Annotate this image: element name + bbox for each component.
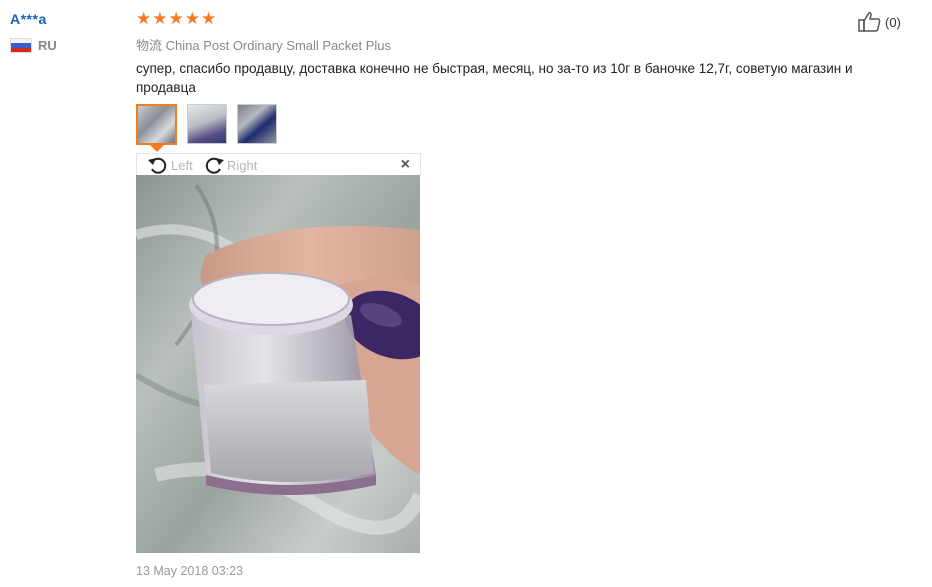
photo-viewer-toolbar: Left Right ×	[136, 153, 421, 176]
reviewer-country: RU	[10, 38, 57, 53]
star-icon: ★	[184, 9, 200, 28]
reviewer: A***a	[10, 11, 47, 29]
rating-stars: ★ ★ ★ ★ ★	[136, 10, 216, 28]
star-icon: ★	[136, 9, 152, 28]
helpful-button[interactable]: (0)	[858, 11, 901, 33]
star-icon: ★	[168, 9, 184, 28]
rotate-right-button[interactable]: Right	[203, 155, 257, 175]
thumbs-up-icon	[858, 12, 881, 32]
review-text: супер, спасибо продавцу, доставка конечн…	[136, 61, 853, 95]
star-icon: ★	[201, 9, 217, 28]
photo-thumbnails	[136, 104, 277, 145]
star-icon: ★	[152, 9, 168, 28]
review-date: 13 May 2018 03:23	[136, 564, 244, 578]
review-photo	[136, 175, 420, 553]
photo-thumbnail[interactable]	[136, 104, 177, 145]
russia-flag-icon	[10, 38, 32, 53]
rotate-left-icon	[148, 157, 167, 174]
rotate-right-icon	[205, 157, 224, 174]
country-code: RU	[38, 38, 57, 53]
photo-thumbnail[interactable]	[237, 104, 277, 144]
rotate-left-label: Left	[171, 157, 193, 173]
selected-thumbnail-indicator	[150, 145, 164, 152]
photo-thumbnail[interactable]	[187, 104, 227, 144]
close-icon[interactable]: ×	[401, 156, 410, 174]
rotate-left-button[interactable]: Left	[147, 155, 193, 175]
helpful-count: (0)	[885, 14, 901, 30]
shipping-method: 物流 China Post Ordinary Small Packet Plus	[136, 38, 392, 53]
rotate-right-label: Right	[227, 157, 258, 173]
reviewer-name: A***a	[10, 11, 47, 27]
